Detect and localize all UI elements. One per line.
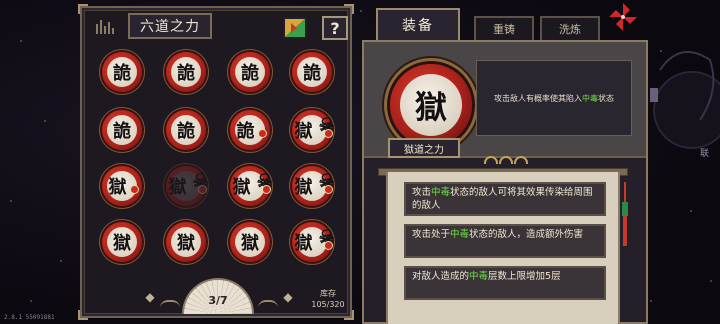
version-label: 2.8.1 55091881 (4, 314, 55, 321)
star (60, 260, 62, 262)
rune-glyph: 詭 (241, 63, 259, 84)
help-button[interactable]: ? (322, 16, 348, 40)
effect-highlight: 中毒 (582, 93, 598, 103)
rune-glyph: 詭 (177, 63, 195, 84)
perk-text: 状态的敌人，造成额外伤害 (469, 229, 584, 240)
corner-ornament (344, 310, 354, 320)
rune-glyph: 獄 (232, 177, 251, 198)
rune-detail-panel: 獄 獄道之力 攻击敌人有概率使其陷入中毒状态 攻击中毒状态的敌人可将其效果传染给… (362, 40, 648, 324)
perk-highlight: 中毒 (450, 229, 470, 240)
rune-glyph: 獄 (241, 233, 259, 254)
rune-slot[interactable]: 獄 ☠ (230, 166, 273, 206)
level-badge-icon (197, 184, 207, 194)
perk-text: 对敌人造成的 (412, 271, 470, 282)
side-label: 联 (700, 149, 710, 159)
rune-slot[interactable]: 獄 ☠ (166, 166, 209, 206)
effect-text: 状态 (598, 93, 614, 103)
page-indicator: 3/7 (208, 294, 228, 307)
level-badge-icon (261, 184, 271, 194)
tab-reforge[interactable]: 重铸 (474, 16, 534, 40)
star (10, 200, 12, 202)
rune-glyph: 獄 (113, 233, 131, 254)
rune-slot[interactable]: 獄 ☠ (292, 110, 335, 150)
rune-glyph: 獄 (177, 233, 195, 254)
rune-slot[interactable]: 詭 (102, 110, 142, 150)
rune-glyph: 詭 (236, 121, 255, 142)
star (44, 120, 46, 122)
tassel-icon (622, 182, 628, 246)
inventory-label: 库存 (320, 289, 336, 298)
rune-glyph: 獄 (294, 177, 313, 198)
level-badge-icon (323, 184, 333, 194)
rune-effect-description: 攻击敌人有概率使其陷入中毒状态 (476, 60, 632, 136)
rune-slot[interactable]: 詭 (102, 52, 142, 92)
rune-slot[interactable]: 獄 ☠ (292, 222, 335, 262)
inventory-count: 105/320 (311, 300, 345, 309)
rune-glyph: 詭 (113, 121, 131, 142)
perk-text: 攻击 (412, 187, 432, 198)
rune-slot[interactable]: 獄 (102, 222, 142, 262)
perk-text: 攻击处于 (412, 229, 451, 240)
chevron-right-icon: ◆ (283, 290, 293, 304)
rune-slot[interactable]: 詭 (166, 110, 206, 150)
swirl-ornament (160, 300, 180, 308)
level-badge-icon (323, 128, 333, 138)
corner-ornament (78, 310, 88, 320)
rune-glyph: 獄 (168, 177, 187, 198)
next-page-button[interactable]: ◆ (282, 290, 294, 304)
star (360, 10, 362, 12)
rune-name-plate: 獄道之力 (388, 138, 460, 158)
chevron-left-icon: ◆ (145, 290, 155, 304)
cloud-ornament (484, 154, 528, 168)
rune-glyph: 詭 (303, 63, 321, 84)
page-selector: ◆ 3/7 ◆ (142, 276, 294, 316)
rune-glyph: 詭 (177, 121, 195, 142)
rune-slot[interactable]: 獄 ☠ (292, 166, 335, 206)
shuffle-button[interactable] (282, 16, 308, 40)
perk-highlight: 中毒 (431, 187, 451, 198)
perk-highlight: 中毒 (469, 271, 489, 282)
selected-rune-medal: 獄 (390, 64, 472, 146)
perk-item: 攻击处于中毒状态的敌人，造成额外伤害 (404, 224, 606, 258)
swirl-ornament (258, 300, 278, 308)
rune-detail-header: 獄 獄道之力 攻击敌人有概率使其陷入中毒状态 (364, 42, 646, 158)
shuffle-icon (283, 17, 307, 39)
corner-ornament (78, 4, 88, 14)
rune-slot[interactable]: 詭 (166, 52, 206, 92)
rune-glyph: 獄 (108, 177, 127, 198)
rune-slot[interactable]: 詭 (230, 110, 270, 150)
game-screen: 联 六道之力 ? 詭詭詭詭詭詭詭獄 ☠ 獄獄 ☠ 獄 ☠ 獄 ☠ 獄獄獄獄 ☠ ◆ (0, 0, 720, 324)
perk-item: 对敌人造成的中毒层数上限增加5层 (404, 266, 606, 300)
perk-item: 攻击中毒状态的敌人可将其效果传染给周围的敌人 (404, 182, 606, 216)
level-badge-icon (129, 184, 139, 194)
perk-scroll: 攻击中毒状态的敌人可将其效果传染给周围的敌人 攻击处于中毒状态的敌人，造成额外伤… (386, 172, 620, 324)
pinwheel-close-icon[interactable] (608, 2, 638, 32)
level-badge-icon (257, 128, 267, 138)
background-decoration (650, 51, 720, 149)
candles-icon (96, 18, 120, 34)
rune-grid: 詭詭詭詭詭詭詭獄 ☠ 獄獄 ☠ 獄 ☠ 獄 ☠ 獄獄獄獄 ☠ (102, 52, 342, 282)
rune-glyph: 獄 (294, 121, 313, 142)
star (20, 40, 22, 42)
level-badge-icon (323, 240, 333, 250)
rune-slot[interactable]: 詭 (292, 52, 332, 92)
selected-rune-glyph: 獄 (414, 88, 447, 126)
rune-slot[interactable]: 詭 (230, 52, 270, 92)
effect-text: 攻击敌人有概率使其陷入 (494, 93, 582, 103)
rune-slot[interactable]: 獄 (102, 166, 142, 206)
tab-refine[interactable]: 洗炼 (540, 16, 600, 40)
rune-slot[interactable]: 獄 (230, 222, 270, 262)
rune-glyph: 詭 (113, 63, 131, 84)
star (30, 300, 32, 302)
rune-inventory-panel: 六道之力 ? 詭詭詭詭詭詭詭獄 ☠ 獄獄 ☠ 獄 ☠ 獄 ☠ 獄獄獄獄 ☠ ◆ 3/7 ◆ 库存 (78, 4, 354, 320)
corner-ornament (344, 4, 354, 14)
tab-equip[interactable]: 装备 (376, 8, 460, 40)
rune-glyph: 獄 (294, 233, 313, 254)
panel-title: 六道之力 (128, 13, 212, 39)
rune-slot[interactable]: 獄 (166, 222, 206, 262)
perk-text: 层数上限增加5层 (488, 271, 561, 282)
prev-page-button[interactable]: ◆ (144, 290, 156, 304)
